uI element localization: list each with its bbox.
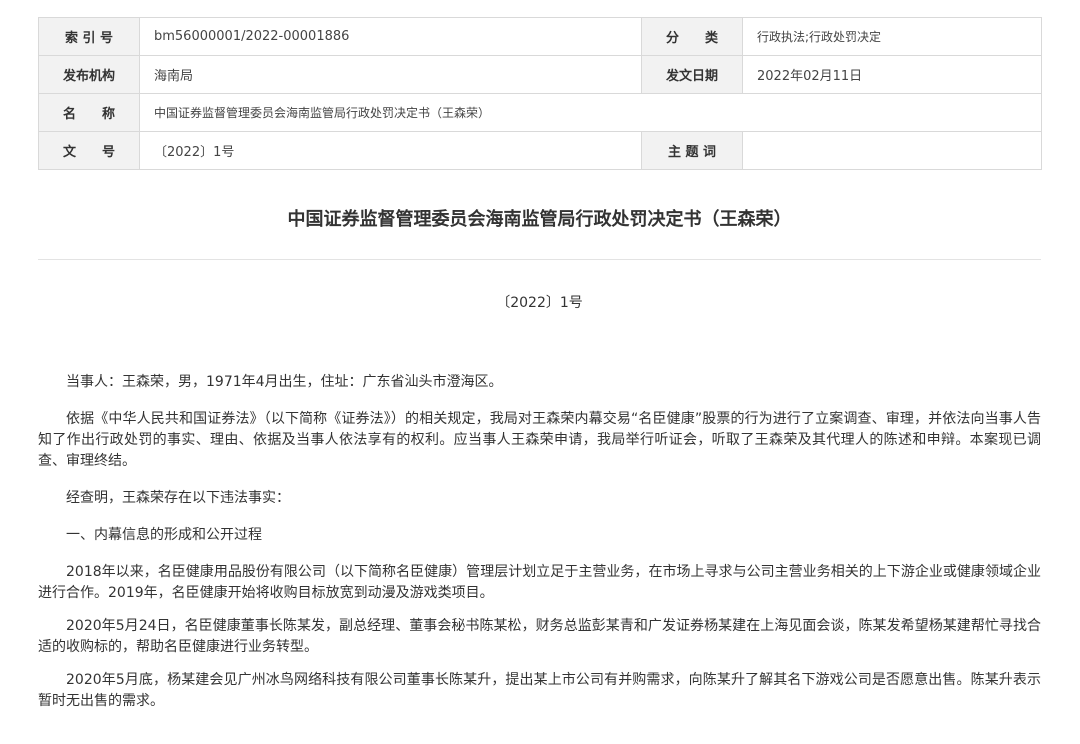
meta-row-docno: 文 号 〔2022〕1号 主 题 词 bbox=[38, 131, 1042, 170]
index-value: bm56000001/2022-00001886 bbox=[139, 17, 642, 56]
document-title: 中国证券监督管理委员会海南监管局行政处罚决定书（王森荣） bbox=[287, 209, 792, 230]
issuer-value: 海南局 bbox=[139, 55, 642, 94]
paragraph-background: 2018年以来，名臣健康用品股份有限公司（以下简称名臣健康）管理层计划立足于主营… bbox=[38, 564, 1041, 601]
category-label: 分 类 bbox=[641, 17, 743, 56]
document-body: 当事人：王森荣，男，1971年4月出生，住址：广东省汕头市澄海区。 依据《中华人… bbox=[38, 372, 1041, 724]
meta-row-issuer: 发布机构 海南局 发文日期 2022年02月11日 bbox=[38, 55, 1042, 94]
docno-label: 文 号 bbox=[38, 131, 140, 170]
date-label: 发文日期 bbox=[641, 55, 743, 94]
meta-row-name: 名 称 中国证券监督管理委员会海南监管局行政处罚决定书（王森荣） bbox=[38, 93, 1042, 132]
title-divider bbox=[38, 259, 1041, 260]
subject-value bbox=[742, 131, 1042, 170]
document-number: 〔2022〕1号 bbox=[496, 295, 583, 311]
paragraph-contact: 2020年5月底，杨某建会见广州冰鸟网络科技有限公司董事长陈某升，提出某上市公司… bbox=[38, 672, 1041, 709]
docno-value: 〔2022〕1号 bbox=[139, 131, 642, 170]
category-value: 行政执法;行政处罚决定 bbox=[742, 17, 1042, 56]
meta-row-index: 索 引 号 bm56000001/2022-00001886 分 类 行政执法;… bbox=[38, 17, 1042, 56]
name-label: 名 称 bbox=[38, 93, 140, 132]
section-heading-insider-info: 一、内幕信息的形成和公开过程 bbox=[66, 527, 262, 543]
index-label: 索 引 号 bbox=[38, 17, 140, 56]
paragraph-basis: 依据《中华人民共和国证券法》（以下简称《证券法》）的相关规定，我局对王森荣内幕交… bbox=[38, 411, 1041, 469]
paragraph-meeting: 2020年5月24日，名臣健康董事长陈某发，副总经理、董事会秘书陈某松，财务总监… bbox=[38, 618, 1041, 655]
subject-label: 主 题 词 bbox=[641, 131, 743, 170]
name-value: 中国证券监督管理委员会海南监管局行政处罚决定书（王森荣） bbox=[139, 93, 1042, 132]
paragraph-findings-intro: 经查明，王森荣存在以下违法事实： bbox=[66, 490, 290, 506]
paragraph-party: 当事人：王森荣，男，1971年4月出生，住址：广东省汕头市澄海区。 bbox=[66, 374, 503, 390]
document-meta-table: 索 引 号 bm56000001/2022-00001886 分 类 行政执法;… bbox=[38, 17, 1042, 170]
issuer-label: 发布机构 bbox=[38, 55, 140, 94]
date-value: 2022年02月11日 bbox=[742, 55, 1042, 94]
